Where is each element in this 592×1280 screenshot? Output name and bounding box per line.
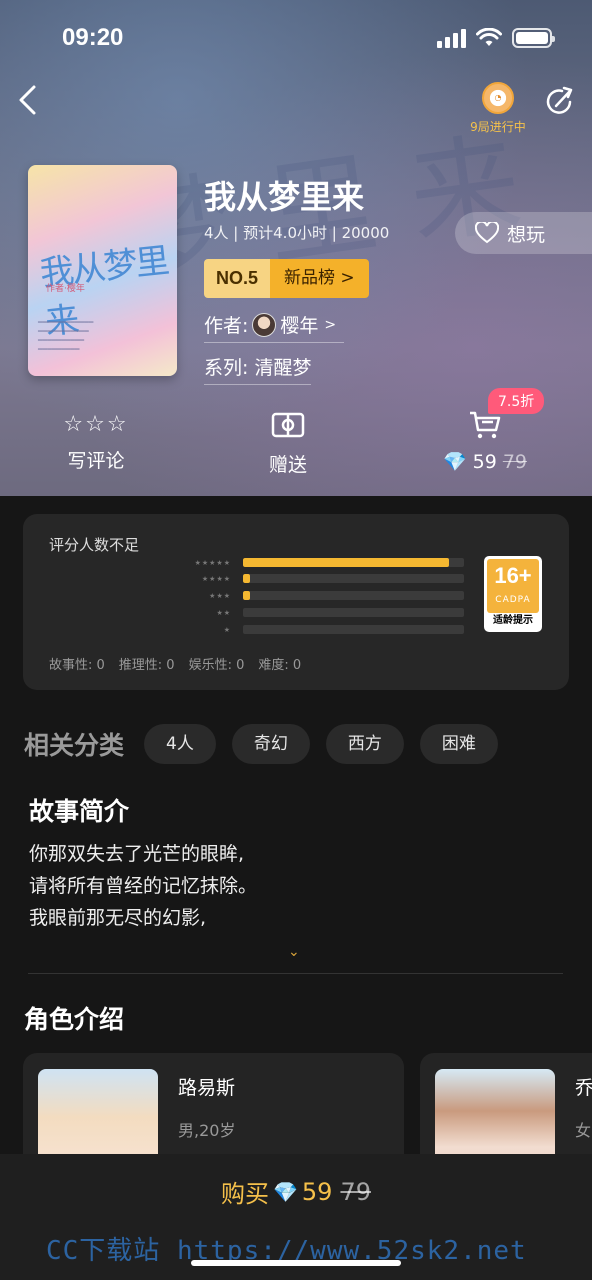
- rating-bar-fill: [243, 558, 449, 567]
- rating-bar-fill: [243, 591, 250, 600]
- cart-price-original: 79: [502, 450, 528, 473]
- story-line: 我眼前那无尽的幻影,: [29, 907, 207, 929]
- want-to-play-label: 想玩: [507, 223, 546, 246]
- share-button[interactable]: [544, 86, 576, 118]
- rating-bar-2: ★★: [173, 608, 464, 617]
- home-indicator[interactable]: [191, 1260, 401, 1266]
- rank-number: NO.5: [204, 259, 271, 298]
- in-progress-text: 9局进行中: [470, 120, 526, 134]
- category-tag[interactable]: 困难: [419, 724, 498, 764]
- age-hint: 适龄提示: [493, 615, 533, 626]
- character-desc: 男,20岁: [178, 1121, 236, 1140]
- category-tag[interactable]: 西方: [325, 724, 404, 764]
- cover-author: 作者·樱年: [46, 284, 85, 294]
- signal-icon: [437, 28, 466, 48]
- rating-title: 评分人数不足: [49, 536, 140, 554]
- rating-bar-fill: [243, 574, 250, 583]
- author-avatar: [252, 312, 277, 337]
- progress-avatar-icon: ◔: [482, 82, 514, 114]
- rating-card: 评分人数不足 ★★★★★ ★★★★ ★★★ ★★ ★ 16+ CADPA 适龄提…: [23, 514, 569, 690]
- battery-icon: [512, 28, 555, 48]
- characters-title: 角色介绍: [24, 1005, 125, 1034]
- cover-verse: ▁▁▁▁▁▁▁▁▁▁▁▁ ▁▁▁▁▁▁▁▁▁▁▁ ▁▁▁▁▁▁▁▁▁▁ ▁▁▁▁▁▁▁…: [38, 316, 94, 350]
- author-label: 作者:: [204, 315, 249, 337]
- rating-bar-3: ★★★: [173, 591, 464, 600]
- back-button[interactable]: [14, 84, 46, 116]
- author-link[interactable]: 作者: 樱年 >: [204, 311, 344, 343]
- section-divider: [28, 973, 563, 974]
- dimension-difficulty: 难度: 0: [258, 658, 302, 673]
- dimension-story: 故事性: 0: [49, 658, 105, 673]
- star-outline-icon: ☆☆☆: [63, 412, 129, 437]
- category-row: 相关分类 4人 奇幻 西方 困难: [24, 724, 514, 764]
- in-progress-badge[interactable]: ◔ 9局进行中: [466, 82, 530, 135]
- game-title: 我从梦里来: [204, 178, 365, 216]
- rating-bar-4: ★★★★: [173, 574, 464, 583]
- want-to-play-button[interactable]: 想玩: [455, 212, 592, 254]
- rank-badge[interactable]: NO.5 新品榜 >: [204, 259, 369, 298]
- rating-dimensions: 故事性: 0 推理性: 0 娱乐性: 0 难度: 0: [49, 654, 301, 673]
- expand-chevron-icon[interactable]: ⌄: [288, 944, 300, 960]
- wifi-icon: [476, 28, 502, 46]
- series-link[interactable]: 系列: 清醒梦: [204, 353, 312, 385]
- cart-price: 💎 59 79: [430, 450, 540, 474]
- dimension-reasoning: 推理性: 0: [118, 658, 175, 673]
- rank-list-link: 新品榜 >: [270, 259, 369, 298]
- buy-price-original: 79: [340, 1177, 371, 1206]
- story-line: 你那双失去了光芒的眼眸,: [29, 843, 245, 865]
- write-review-label: 写评论: [67, 450, 125, 472]
- story-line: 请将所有曾经的记忆抹除。: [29, 875, 258, 897]
- dimension-entertainment: 娱乐性: 0: [188, 658, 245, 673]
- action-row: ☆☆☆ 写评论 赠送 💎 59 79: [0, 410, 592, 490]
- gift-label: 赠送: [268, 454, 307, 476]
- gift-icon: [271, 412, 305, 438]
- cart-button[interactable]: 💎 59 79: [430, 410, 540, 473]
- category-title: 相关分类: [24, 731, 125, 760]
- category-tag[interactable]: 奇幻: [231, 724, 310, 764]
- game-cover[interactable]: 我从梦里来 作者·樱年 ▁▁▁▁▁▁▁▁▁▁▁▁ ▁▁▁▁▁▁▁▁▁▁▁ ▁▁▁▁▁…: [28, 165, 177, 376]
- write-review-button[interactable]: ☆☆☆ 写评论: [50, 410, 142, 473]
- cart-price-current: 59: [472, 450, 497, 473]
- author-name: 樱年: [280, 315, 319, 337]
- character-desc: 女: [575, 1121, 592, 1140]
- story-title: 故事简介: [29, 797, 130, 826]
- rating-bar-5: ★★★★★: [173, 558, 464, 567]
- buy-price: 59: [301, 1177, 333, 1206]
- age-org: CADPA: [495, 595, 531, 605]
- diamond-icon: 💎: [442, 451, 467, 473]
- age-rating-badge[interactable]: 16+ CADPA 适龄提示: [484, 556, 542, 632]
- game-meta: 4人 | 预计4.0小时 | 20000: [204, 224, 390, 242]
- story-body: 你那双失去了光芒的眼眸, 请将所有曾经的记忆抹除。 我眼前那无尽的幻影,: [29, 838, 257, 934]
- heart-icon: [475, 222, 499, 244]
- buy-label: 购买: [221, 1180, 269, 1208]
- status-time: 09:20: [62, 24, 124, 51]
- status-bar: 09:20: [0, 0, 592, 80]
- gift-button[interactable]: 赠送: [248, 410, 328, 477]
- character-name: 路易斯: [178, 1077, 236, 1099]
- cart-icon: [470, 411, 501, 439]
- chevron-right-icon: >: [324, 316, 337, 333]
- diamond-icon: 💎: [273, 1179, 298, 1204]
- rating-bar-1: ★: [173, 625, 464, 634]
- buy-button[interactable]: 购买 💎 59 79: [0, 1174, 592, 1209]
- category-tag[interactable]: 4人: [144, 724, 216, 764]
- character-name: 乔: [575, 1077, 592, 1099]
- age-number: 16+: [494, 563, 532, 588]
- status-icons: [437, 28, 555, 48]
